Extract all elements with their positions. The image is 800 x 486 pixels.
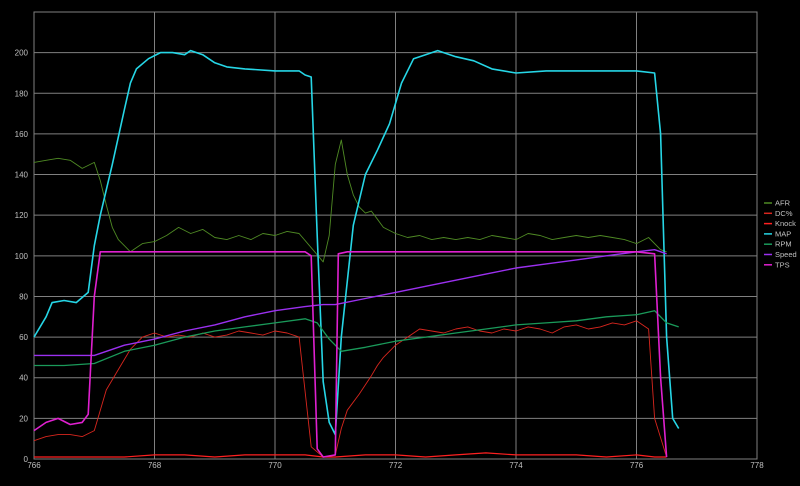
- legend-label: Knock: [775, 219, 796, 228]
- series-line-rpm: [34, 310, 679, 367]
- y-tick-label: 40: [19, 374, 28, 383]
- chart-canvas: 766 768 770 772 774 776 778 0 20 40 60 80 100 120 140 1…: [15, 11, 797, 470]
- y-tick-label: 120: [15, 211, 29, 220]
- legend-label: DC%: [775, 209, 793, 218]
- grid: [33, 12, 758, 460]
- series-line-map: [33, 49, 680, 436]
- series-group: [33, 49, 680, 458]
- tick-labels: 766 768 770 772 774 776 778 0 20 40 60 80 100 120 140 1…: [15, 49, 765, 470]
- y-tick-label: 80: [19, 292, 28, 301]
- legend-label: MAP: [775, 229, 791, 238]
- y-tick-label: 60: [19, 333, 28, 342]
- legend-label: RPM: [775, 240, 792, 249]
- x-tick-label: 768: [148, 461, 162, 470]
- x-tick-label: 776: [630, 461, 644, 470]
- y-tick-label: 100: [15, 252, 29, 261]
- legend-label: TPS: [775, 260, 790, 269]
- x-tick-label: 774: [509, 461, 523, 470]
- y-tick-label: 0: [24, 455, 29, 464]
- series-line-tps: [33, 251, 668, 458]
- y-tick-label: 20: [19, 414, 28, 423]
- x-tick-label: 778: [750, 461, 764, 470]
- y-tick-label: 140: [15, 171, 29, 180]
- series-line-knock: [34, 452, 667, 458]
- x-tick-label: 770: [268, 461, 282, 470]
- series-line-speed: [34, 248, 667, 357]
- legend-label: AFR: [775, 199, 791, 208]
- legend: AFRDC%KnockMAP RPMSpeedTPS: [764, 199, 797, 269]
- series-line-dc-: [33, 320, 668, 458]
- y-tick-label: 180: [15, 89, 29, 98]
- y-tick-label: 160: [15, 130, 29, 139]
- series-line-afr: [33, 139, 667, 263]
- y-tick-label: 200: [15, 49, 29, 58]
- x-tick-label: 766: [27, 461, 41, 470]
- legend-label: Speed: [775, 250, 797, 259]
- x-tick-label: 772: [389, 461, 403, 470]
